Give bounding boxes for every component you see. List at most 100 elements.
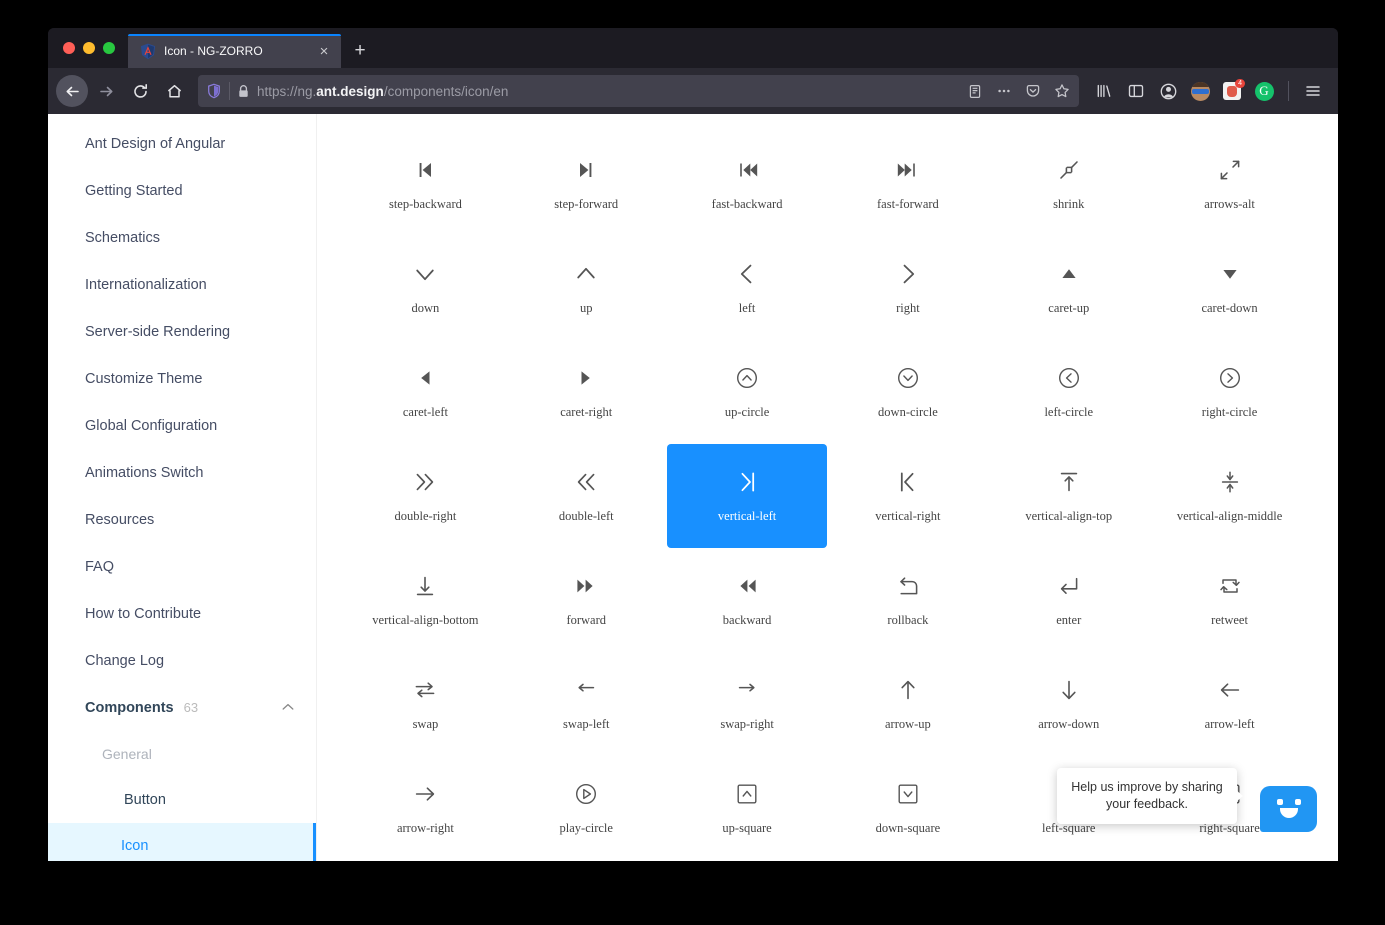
icon-cell-down-circle[interactable]: down-circle	[827, 340, 988, 444]
icon-cell-down-square[interactable]: down-square	[827, 756, 988, 860]
icon-cell-swap-left[interactable]: swap-left	[506, 652, 667, 756]
icon-label: fast-forward	[877, 196, 939, 211]
feedback-chat-button[interactable]	[1260, 786, 1317, 832]
chevron-up-icon[interactable]	[282, 702, 294, 714]
icon-cell-left[interactable]: left	[667, 236, 828, 340]
grammarly-icon[interactable]: G	[1249, 76, 1279, 106]
sidebar-item-label: Icon	[121, 838, 149, 854]
back-arrow-icon[interactable]	[56, 75, 88, 107]
sidebar-icon[interactable]	[1121, 76, 1151, 106]
icon-cell-right-circle[interactable]: right-circle	[1149, 340, 1310, 444]
icon-cell-double-left[interactable]: double-left	[506, 444, 667, 548]
icon-cell-vertical-left[interactable]: vertical-left	[666, 444, 828, 548]
window-minimize-button[interactable]	[83, 42, 95, 54]
padlock-icon[interactable]	[237, 84, 250, 99]
icon-cell-rollback[interactable]: rollback	[827, 548, 988, 652]
step-forward-icon	[573, 157, 599, 183]
hamburger-menu-icon[interactable]	[1298, 76, 1328, 106]
icon-label: caret-right	[560, 404, 613, 419]
icon-label: enter	[1056, 612, 1082, 627]
sidebar-item-how-to-contribute[interactable]: How to Contribute	[48, 590, 316, 637]
icon-cell-enter[interactable]: enter	[988, 548, 1149, 652]
icon-cell-down[interactable]: down	[345, 236, 506, 340]
icon-cell-right[interactable]: right	[827, 236, 988, 340]
url-text[interactable]: https://ng.ant.design/components/icon/en	[257, 84, 957, 99]
sidebar-item-animations-switch[interactable]: Animations Switch	[48, 449, 316, 496]
sidebar-group-components[interactable]: Components 63	[48, 684, 316, 731]
icon-cell-vertical-align-middle[interactable]: vertical-align-middle	[1149, 444, 1310, 548]
icon-cell-double-right[interactable]: double-right	[345, 444, 506, 548]
icon-label: vertical-align-top	[1025, 508, 1113, 523]
icon-cell-caret-left[interactable]: caret-left	[345, 340, 506, 444]
icon-cell-caret-up[interactable]: caret-up	[988, 236, 1149, 340]
backward-icon	[734, 573, 760, 599]
icon-label: down	[411, 300, 440, 315]
sidebar-item-button[interactable]: Button	[48, 777, 316, 823]
sidebar-item-resources[interactable]: Resources	[48, 496, 316, 543]
account-icon[interactable]	[1153, 76, 1183, 106]
icon-cell-play-circle[interactable]: play-circle	[506, 756, 667, 860]
sidebar-item-change-log[interactable]: Change Log	[48, 637, 316, 684]
icon-cell-shrink[interactable]: shrink	[988, 132, 1149, 236]
icon-label: vertical-align-middle	[1176, 508, 1283, 523]
browser-tab-icon-ng-zorro[interactable]: Icon - NG-ZORRO ×	[128, 34, 341, 68]
sidebar-item-internationalization[interactable]: Internationalization	[48, 261, 316, 308]
icon-label: up-circle	[724, 404, 770, 419]
icon-cell-retweet[interactable]: retweet	[1149, 548, 1310, 652]
window-maximize-button[interactable]	[103, 42, 115, 54]
icon-label: arrow-right	[396, 820, 454, 835]
sidebar-item-server-side-rendering[interactable]: Server-side Rendering	[48, 308, 316, 355]
icon-cell-up-square[interactable]: up-square	[667, 756, 828, 860]
home-icon[interactable]	[158, 75, 190, 107]
url-bar[interactable]: https://ng.ant.design/components/icon/en	[198, 75, 1079, 107]
new-tab-button[interactable]: +	[345, 34, 375, 68]
tracking-protection-icon[interactable]	[206, 83, 222, 99]
icon-cell-step-forward[interactable]: step-forward	[506, 132, 667, 236]
icon-cell-caret-right[interactable]: caret-right	[506, 340, 667, 444]
icon-cell-vertical-align-top[interactable]: vertical-align-top	[988, 444, 1149, 548]
icon-cell-swap-right[interactable]: swap-right	[667, 652, 828, 756]
icon-cell-left-circle[interactable]: left-circle	[988, 340, 1149, 444]
close-icon[interactable]: ×	[315, 42, 333, 60]
sidebar-item-global-configuration[interactable]: Global Configuration	[48, 402, 316, 449]
icon-cell-vertical-right[interactable]: vertical-right	[827, 444, 988, 548]
forward-arrow-icon[interactable]	[90, 75, 122, 107]
icon-cell-up-circle[interactable]: up-circle	[667, 340, 828, 444]
reload-icon[interactable]	[124, 75, 156, 107]
icon-cell-swap[interactable]: swap	[345, 652, 506, 756]
icon-cell-backward[interactable]: backward	[667, 548, 828, 652]
arrow-down-icon	[1056, 677, 1082, 703]
sidebar-item-schematics[interactable]: Schematics	[48, 214, 316, 261]
icon-cell-arrow-up[interactable]: arrow-up	[827, 652, 988, 756]
avatar-icon[interactable]	[1185, 76, 1215, 106]
sidebar-item-getting-started[interactable]: Getting Started	[48, 167, 316, 214]
icon-cell-step-backward[interactable]: step-backward	[345, 132, 506, 236]
icon-cell-forward[interactable]: forward	[506, 548, 667, 652]
pocket-icon[interactable]	[1022, 80, 1044, 102]
window-close-button[interactable]	[63, 42, 75, 54]
extension-badge-icon[interactable]: 4	[1217, 76, 1247, 106]
ellipsis-icon[interactable]	[993, 80, 1015, 102]
icon-label: arrow-down	[1038, 716, 1100, 731]
icon-cell-fast-forward[interactable]: fast-forward	[827, 132, 988, 236]
icon-cell-vertical-align-bottom[interactable]: vertical-align-bottom	[345, 548, 506, 652]
icon-cell-up[interactable]: up	[506, 236, 667, 340]
left-icon	[734, 261, 760, 287]
sidebar-item-label: Schematics	[85, 229, 160, 246]
sidebar-item-icon[interactable]: Icon	[48, 823, 316, 861]
shrink-icon	[1056, 157, 1082, 183]
icon-cell-fast-backward[interactable]: fast-backward	[667, 132, 828, 236]
star-icon[interactable]	[1051, 80, 1073, 102]
sidebar-item-ant-design-of-angular[interactable]: Ant Design of Angular	[48, 120, 316, 167]
icon-cell-arrow-left[interactable]: arrow-left	[1149, 652, 1310, 756]
icon-cell-caret-down[interactable]: caret-down	[1149, 236, 1310, 340]
reader-view-icon[interactable]	[964, 80, 986, 102]
icon-grid: step-backward step-forward fast-backward fa…	[345, 132, 1310, 860]
sidebar-item-customize-theme[interactable]: Customize Theme	[48, 355, 316, 402]
icon-cell-arrows-alt[interactable]: arrows-alt	[1149, 132, 1310, 236]
arrow-left-icon	[1217, 677, 1243, 703]
library-icon[interactable]	[1089, 76, 1119, 106]
icon-cell-arrow-down[interactable]: arrow-down	[988, 652, 1149, 756]
sidebar-item-faq[interactable]: FAQ	[48, 543, 316, 590]
icon-cell-arrow-right[interactable]: arrow-right	[345, 756, 506, 860]
